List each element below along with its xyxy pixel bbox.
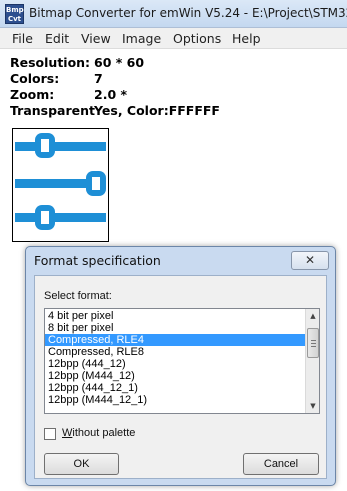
ok-button[interactable]: OK — [44, 453, 119, 475]
colors-label: Colors: — [10, 71, 60, 86]
dialog-body: Select format: 4 bit per pixel 8 bit per… — [34, 275, 327, 479]
app-icon-text-top: Bmp — [6, 6, 24, 14]
slider-bar-2 — [15, 171, 106, 196]
app-icon-text-bottom: Cvt — [7, 15, 22, 23]
resolution-label: Resolution: — [10, 55, 91, 70]
app-icon[interactable]: Bmp Cvt — [5, 4, 24, 24]
scroll-thumb[interactable] — [307, 328, 319, 358]
close-icon: ✕ — [304, 253, 316, 267]
without-palette-checkbox[interactable] — [44, 428, 56, 440]
list-item[interactable]: 12bpp (M444_12_1) — [45, 394, 306, 406]
zoom-label: Zoom: — [10, 87, 55, 102]
menu-image[interactable]: Image — [122, 31, 161, 46]
close-button[interactable]: ✕ — [291, 251, 329, 270]
menu-view[interactable]: View — [81, 31, 111, 46]
list-item[interactable]: 12bpp (444_12_1) — [45, 382, 306, 394]
list-item[interactable]: 12bpp (444_12) — [45, 358, 306, 370]
list-item[interactable]: 4 bit per pixel — [45, 310, 306, 322]
zoom-value: 2.0 * — [94, 87, 128, 102]
sliders-icon — [15, 133, 106, 230]
menu-file[interactable]: File — [12, 31, 33, 46]
select-format-label: Select format: — [44, 290, 112, 302]
without-palette-label[interactable]: Without palette — [62, 427, 135, 439]
slider-bar-3 — [15, 205, 106, 230]
listbox-scrollbar[interactable]: ▲ ▼ — [305, 309, 319, 413]
bitmap-preview — [12, 128, 109, 242]
slider-bar-1 — [15, 133, 106, 158]
cancel-button[interactable]: Cancel — [243, 453, 319, 475]
menu-options[interactable]: Options — [173, 31, 221, 46]
scroll-up-arrow-icon[interactable]: ▲ — [307, 310, 319, 322]
list-item[interactable]: Compressed, RLE4 — [45, 334, 306, 346]
dialog-title: Format specification — [34, 253, 161, 268]
window-title: Bitmap Converter for emWin V5.24 - E:\Pr… — [29, 6, 347, 20]
menu-help[interactable]: Help — [232, 31, 261, 46]
colors-value: 7 — [94, 71, 103, 86]
list-item[interactable]: 8 bit per pixel — [45, 322, 306, 334]
scroll-down-arrow-icon[interactable]: ▼ — [307, 400, 319, 412]
title-bar: Bmp Cvt Bitmap Converter for emWin V5.24… — [0, 0, 347, 28]
menu-bar: File Edit View Image Options Help — [0, 28, 347, 49]
format-dialog: Format specification ✕ Select format: 4 … — [25, 246, 336, 486]
transparent-label: Transparent — [10, 103, 95, 118]
menu-edit[interactable]: Edit — [45, 31, 69, 46]
list-item[interactable]: 12bpp (M444_12) — [45, 370, 306, 382]
resolution-value: 60 * 60 — [94, 55, 145, 70]
transparent-value: Yes, Color:FFFFFF — [94, 103, 220, 118]
list-item[interactable]: Compressed, RLE8 — [45, 346, 306, 358]
format-listbox[interactable]: 4 bit per pixel 8 bit per pixel Compress… — [44, 308, 320, 414]
